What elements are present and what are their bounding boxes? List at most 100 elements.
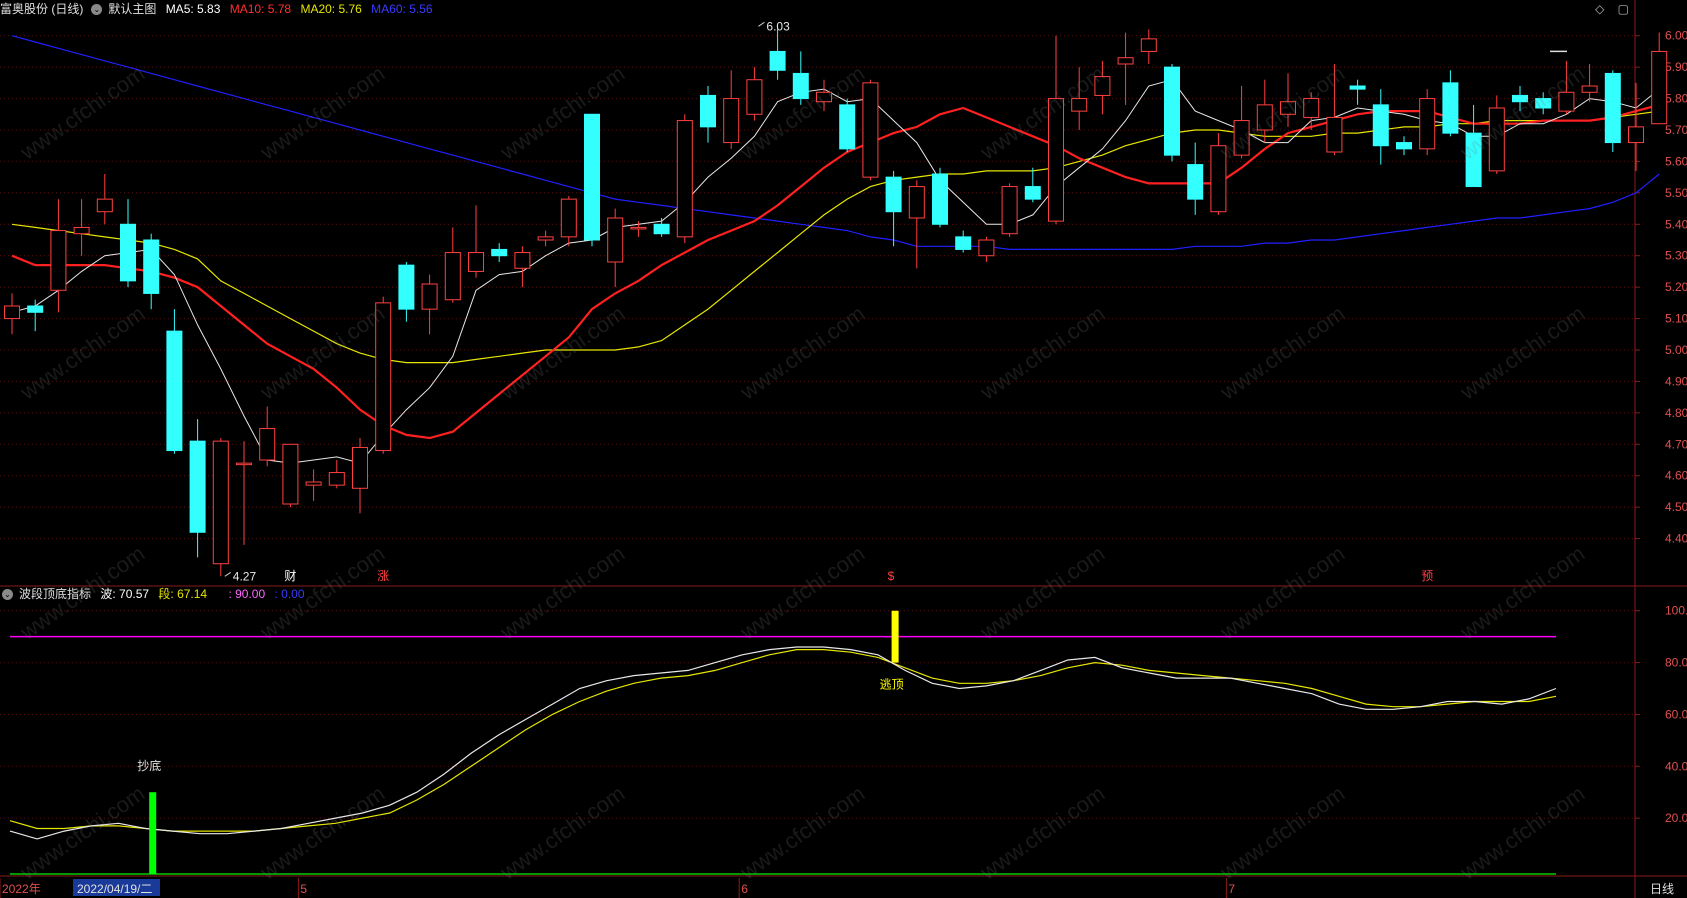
sub-y-tick-label: 100.0 — [1665, 604, 1687, 618]
candle-up — [1581, 85, 1598, 93]
extreme-pointer — [758, 21, 765, 27]
candle-up — [328, 472, 345, 486]
candle-down — [792, 72, 809, 100]
candle-up — [1233, 120, 1250, 156]
candle-up — [282, 443, 299, 505]
candle-down — [932, 173, 948, 225]
candle-up — [1048, 98, 1064, 222]
candle-up — [4, 305, 20, 320]
segment-value: 段: 67.14 — [158, 587, 208, 601]
candle-down — [1187, 164, 1204, 200]
indicator-menu-icon[interactable]: ⌄ — [2, 589, 13, 601]
ma5-line — [11, 79, 1660, 464]
candle-up — [862, 82, 879, 178]
candle-down — [1465, 132, 1482, 188]
candle-down — [584, 113, 600, 241]
main-y-tick-label: 5.50 — [1665, 186, 1687, 200]
ma20-value: MA20: 5.76 — [300, 2, 362, 16]
signal-bar — [891, 610, 899, 663]
candle-down — [1396, 142, 1412, 150]
window-controls: ◇ ▢ — [1585, 2, 1629, 16]
candle-down — [1164, 66, 1180, 156]
candle-up — [236, 462, 252, 466]
candle-down — [120, 223, 136, 282]
candle-up — [1488, 107, 1505, 172]
period-label: 日线 — [1650, 882, 1674, 896]
main-y-tick-label: 4.90 — [1665, 374, 1687, 388]
main-y-tick-label: 5.90 — [1665, 60, 1687, 74]
candle-down — [839, 104, 856, 150]
candle-down — [769, 50, 786, 71]
main-y-tick-label: 4.50 — [1665, 500, 1687, 514]
extreme-label: 4.27 — [233, 569, 257, 583]
main-y-tick-label: 5.80 — [1665, 92, 1687, 106]
candle-down — [700, 94, 716, 128]
main-y-tick-label: 6.00 — [1665, 29, 1687, 43]
candle-up — [1256, 104, 1273, 131]
main-y-tick-label: 5.70 — [1665, 123, 1687, 137]
candle-down — [1512, 94, 1528, 103]
candle-up — [746, 79, 763, 115]
candle-up — [1326, 116, 1343, 153]
main-y-tick-label: 5.20 — [1665, 280, 1687, 294]
candle-up — [1094, 76, 1111, 96]
x-axis-label: 2022年 — [2, 882, 41, 896]
oscillator-line — [9, 646, 1557, 840]
ma60-line — [11, 35, 1660, 250]
x-axis-label: 7 — [1228, 882, 1235, 896]
candle-up — [73, 226, 90, 235]
candle-down — [1604, 72, 1621, 144]
candle-down — [1024, 186, 1041, 200]
indicator-name[interactable]: 波段顶底指标 — [19, 587, 91, 601]
candle-down — [955, 236, 972, 250]
candle-up — [352, 446, 368, 489]
candle-down — [398, 264, 415, 310]
sub-y-tick-label: 40.00 — [1665, 759, 1687, 773]
event-marker: 涨 — [377, 568, 389, 583]
candle-up — [1117, 57, 1134, 65]
candle-up — [1071, 98, 1088, 112]
candle-up — [1651, 50, 1668, 125]
candle-up — [96, 198, 113, 213]
candle-up — [468, 252, 484, 272]
ma60-value: MA60: 5.56 — [371, 2, 433, 16]
chart-name[interactable]: 默认主图 — [108, 2, 156, 16]
square-icon[interactable]: ▢ — [1618, 2, 1629, 16]
signal-bar — [149, 792, 157, 874]
base-value: : 0.00 — [274, 587, 305, 601]
candle-up — [630, 226, 647, 230]
candle-down — [885, 176, 902, 213]
stock-name: 富奥股份 (日线) — [0, 2, 84, 16]
diamond-icon[interactable]: ◇ — [1595, 2, 1604, 16]
main-y-tick-label: 4.60 — [1665, 469, 1687, 483]
candle-up — [1558, 91, 1575, 112]
main-y-tick-label: 4.70 — [1665, 437, 1687, 451]
candle-down — [1372, 104, 1389, 147]
chart-menu-icon[interactable]: ⌄ — [91, 4, 103, 16]
main-chart-header: 富奥股份 (日线) ⌄ 默认主图 MA5: 5.83 MA10: 5.78 MA20… — [0, 0, 439, 18]
candle-up — [1628, 126, 1644, 144]
candle-up — [1001, 186, 1018, 235]
candle-down — [1535, 98, 1552, 109]
ma10-line — [11, 103, 1660, 440]
candle-up — [560, 198, 577, 238]
candle-up — [50, 230, 67, 291]
oscillator-line — [9, 648, 1557, 832]
sub-y-tick-label: 20.00 — [1665, 811, 1687, 825]
candle-up — [444, 252, 461, 301]
ma20-line — [11, 110, 1660, 364]
candle-up — [514, 252, 531, 269]
sub-y-tick-label: 80.00 — [1665, 656, 1687, 670]
x-axis-label: 5 — [300, 882, 307, 896]
candle-up — [978, 239, 995, 257]
ma5-value: MA5: 5.83 — [165, 2, 221, 16]
candle-up — [908, 186, 925, 219]
candle-up — [1303, 98, 1320, 118]
candle-up — [816, 91, 832, 103]
stock-chart[interactable]: 6.00 5.90 5.80 5.70 5.60 5.50 5.40 5.30 5.20 5.10… — [0, 0, 1687, 898]
candle-down — [27, 305, 44, 313]
main-y-tick-label: 4.80 — [1665, 406, 1687, 420]
signal-label: 抄底 — [137, 758, 161, 773]
candle-down — [166, 330, 183, 452]
level-value: : 90.00 — [228, 587, 266, 601]
